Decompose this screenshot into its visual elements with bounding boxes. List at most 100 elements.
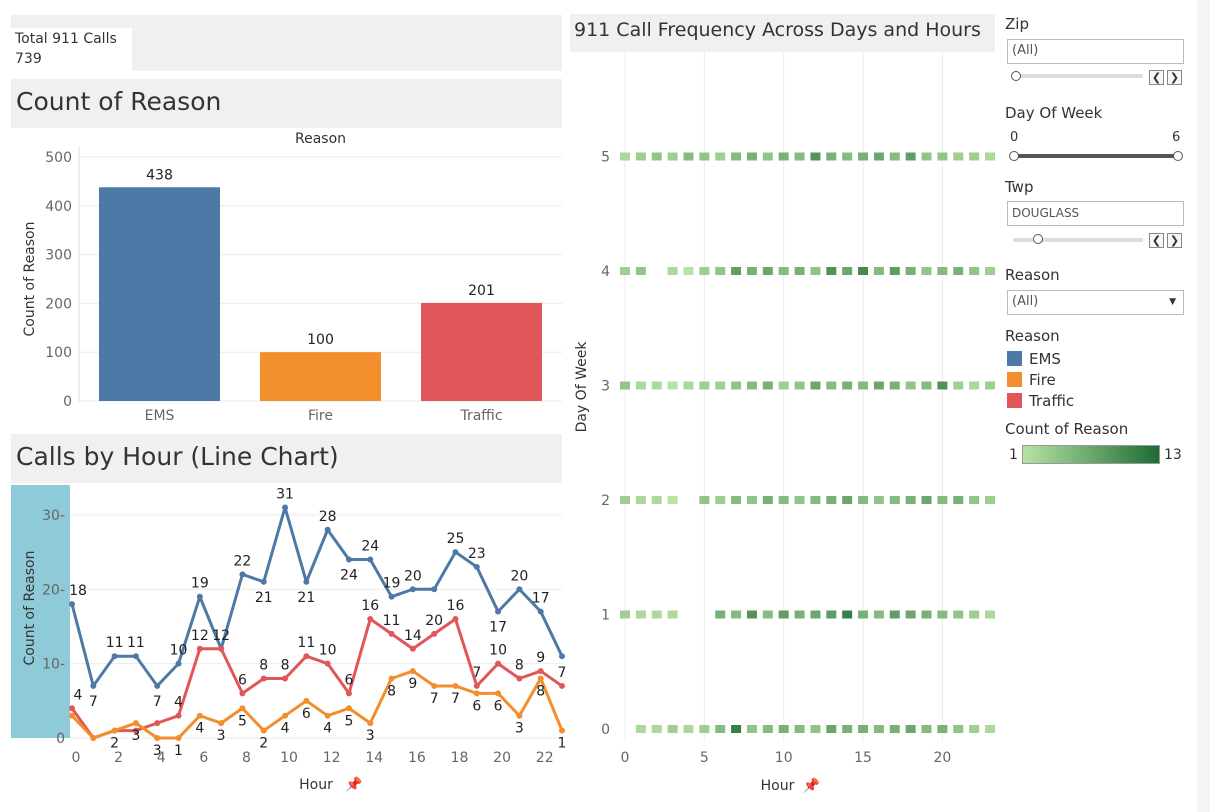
heat-cell[interactable]: [746, 152, 757, 161]
heat-cell[interactable]: [842, 496, 853, 504]
line-point-fire[interactable]: [154, 735, 161, 741]
line-point-fire[interactable]: [303, 697, 310, 704]
line-point-traffic[interactable]: [388, 630, 395, 637]
heat-cell[interactable]: [842, 610, 853, 619]
zip-slider-track[interactable]: [1013, 74, 1143, 78]
heat-cell[interactable]: [794, 152, 805, 161]
heat-cell[interactable]: [699, 267, 710, 275]
heat-cell[interactable]: [810, 381, 821, 390]
heat-cell[interactable]: [667, 267, 678, 275]
heat-cell[interactable]: [858, 725, 869, 733]
heat-cell[interactable]: [826, 152, 837, 161]
heat-cell[interactable]: [746, 725, 757, 733]
heat-cell[interactable]: [985, 381, 995, 390]
heat-cell[interactable]: [842, 267, 853, 275]
heat-cell[interactable]: [826, 725, 837, 733]
line-point-traffic[interactable]: [473, 682, 480, 689]
heat-cell[interactable]: [651, 381, 662, 390]
heat-cell[interactable]: [715, 610, 726, 619]
heat-cell[interactable]: [746, 267, 757, 275]
heat-cell[interactable]: [699, 152, 710, 161]
heat-cell[interactable]: [810, 610, 821, 619]
heat-cell[interactable]: [858, 381, 869, 390]
line-point-traffic[interactable]: [345, 690, 352, 697]
heat-cell[interactable]: [969, 381, 980, 390]
line-point-traffic[interactable]: [218, 645, 225, 652]
heat-cell[interactable]: [635, 267, 646, 275]
line-point-ems[interactable]: [409, 586, 416, 593]
heat-cell[interactable]: [921, 496, 932, 504]
line-point-ems[interactable]: [516, 586, 523, 593]
heat-cell[interactable]: [969, 267, 980, 275]
heat-cell[interactable]: [667, 152, 678, 161]
heat-cell[interactable]: [953, 725, 964, 733]
heat-cell[interactable]: [731, 152, 742, 161]
heat-cell[interactable]: [921, 610, 932, 619]
line-point-ems[interactable]: [239, 571, 246, 578]
heat-cell[interactable]: [905, 725, 916, 733]
line-series-traffic[interactable]: [70, 617, 563, 740]
heat-cell[interactable]: [667, 496, 678, 504]
heat-cell[interactable]: [746, 381, 757, 390]
line-point-fire[interactable]: [516, 712, 523, 719]
heat-cell[interactable]: [858, 610, 869, 619]
heat-cell[interactable]: [667, 725, 678, 733]
line-point-ems[interactable]: [90, 682, 97, 689]
heat-cell[interactable]: [921, 725, 932, 733]
heat-cell[interactable]: [778, 152, 789, 161]
line-point-fire[interactable]: [282, 712, 289, 719]
heat-cell[interactable]: [746, 496, 757, 504]
line-point-fire[interactable]: [367, 720, 374, 727]
line-point-traffic[interactable]: [260, 675, 267, 682]
heat-cell[interactable]: [762, 152, 773, 161]
heat-cell[interactable]: [889, 381, 900, 390]
heat-cell[interactable]: [953, 610, 964, 619]
heat-cell[interactable]: [635, 152, 646, 161]
heat-cell[interactable]: [683, 152, 694, 161]
legend-item-fire[interactable]: Fire: [1007, 369, 1074, 390]
heat-cell[interactable]: [651, 610, 662, 619]
heat-cell[interactable]: [873, 725, 884, 733]
heat-cell[interactable]: [731, 496, 742, 504]
heat-cell[interactable]: [762, 267, 773, 275]
line-point-traffic[interactable]: [367, 616, 374, 622]
line-point-ems[interactable]: [175, 660, 182, 667]
heat-cell[interactable]: [762, 610, 773, 619]
line-point-ems[interactable]: [452, 549, 459, 556]
heat-cell[interactable]: [683, 267, 694, 275]
heat-cell[interactable]: [778, 496, 789, 504]
heat-cell[interactable]: [826, 381, 837, 390]
heat-cell[interactable]: [858, 267, 869, 275]
heat-cell[interactable]: [651, 725, 662, 733]
heat-cell[interactable]: [905, 267, 916, 275]
line-point-ems[interactable]: [473, 563, 480, 570]
heat-cell[interactable]: [873, 496, 884, 504]
heat-cell[interactable]: [937, 610, 948, 619]
line-point-traffic[interactable]: [239, 690, 246, 697]
heat-cell[interactable]: [746, 610, 757, 619]
heat-cell[interactable]: [794, 725, 805, 733]
line-point-traffic[interactable]: [282, 675, 289, 682]
heat-cell[interactable]: [969, 610, 980, 619]
line-point-traffic[interactable]: [324, 660, 331, 667]
line-chart[interactable]: 010-20-30-Count of Reason0 2 4 6 8 10 12 14 16 18…: [0, 483, 568, 808]
heat-cell[interactable]: [794, 496, 805, 504]
heat-cell[interactable]: [715, 152, 726, 161]
line-point-fire[interactable]: [69, 712, 75, 719]
heat-cell[interactable]: [715, 381, 726, 390]
line-point-fire[interactable]: [537, 675, 544, 682]
dow-range-max-thumb[interactable]: [1173, 151, 1183, 161]
line-point-ems[interactable]: [388, 593, 395, 600]
heat-cell[interactable]: [620, 610, 630, 619]
line-point-ems[interactable]: [537, 608, 544, 615]
line-point-fire[interactable]: [324, 712, 331, 719]
bar-chart[interactable]: Reason 0 100 200 300 400 500 Count of Reason 438…: [0, 128, 565, 428]
line-point-traffic[interactable]: [516, 675, 523, 682]
heat-cell[interactable]: [873, 267, 884, 275]
line-point-ems[interactable]: [495, 608, 502, 615]
heat-cell[interactable]: [937, 496, 948, 504]
heat-cell[interactable]: [937, 152, 948, 161]
line-point-fire[interactable]: [218, 720, 225, 727]
line-point-traffic[interactable]: [495, 660, 502, 667]
line-point-ems[interactable]: [260, 578, 267, 585]
